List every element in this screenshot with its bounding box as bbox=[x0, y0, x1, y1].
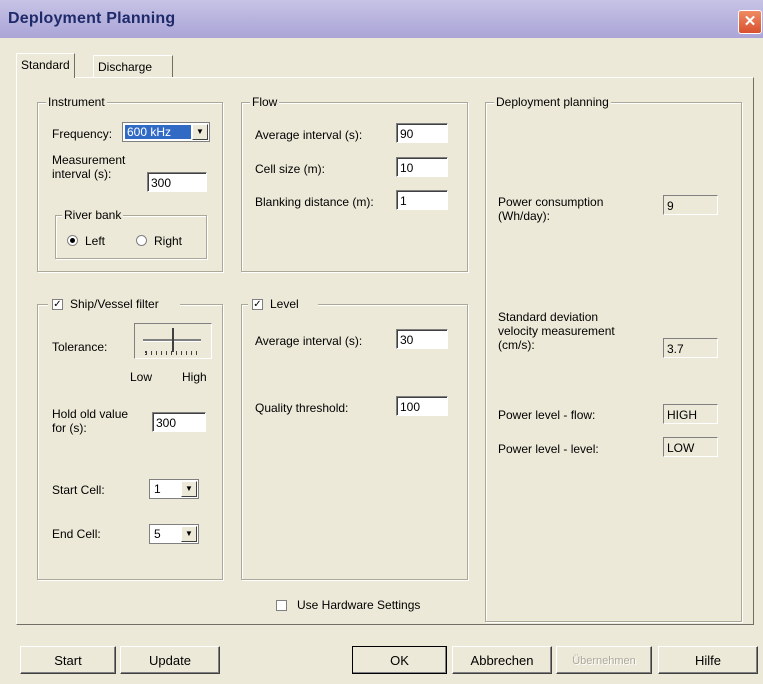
blanking-distance-label: Blanking distance (m): bbox=[255, 195, 374, 209]
tab-standard[interactable]: Standard bbox=[16, 53, 75, 78]
hardware-settings-label[interactable]: Use Hardware Settings bbox=[297, 598, 420, 612]
ship-filter-label[interactable]: Ship/Vessel filter bbox=[70, 297, 159, 311]
ok-button[interactable]: OK bbox=[352, 646, 447, 674]
ship-filter-legend: ✓ Ship/Vessel filter bbox=[48, 297, 180, 311]
start-cell-label: Start Cell: bbox=[52, 483, 105, 497]
level-average-interval-label: Average interval (s): bbox=[255, 334, 363, 348]
cell-size-label: Cell size (m): bbox=[255, 162, 326, 176]
tolerance-label: Tolerance: bbox=[52, 340, 108, 354]
apply-button[interactable]: Übernehmen bbox=[556, 646, 652, 674]
chevron-down-icon[interactable]: ▼ bbox=[181, 481, 197, 497]
measurement-interval-input[interactable]: 300 bbox=[147, 172, 207, 192]
close-button[interactable]: ✕ bbox=[738, 10, 762, 34]
start-cell-value: 1 bbox=[154, 482, 161, 496]
river-bank-legend: River bank bbox=[62, 208, 124, 222]
frequency-select[interactable]: 600 kHz ▼ bbox=[122, 122, 210, 142]
hold-old-value-input[interactable]: 300 bbox=[152, 412, 206, 432]
power-level-flow-label: Power level - flow: bbox=[498, 408, 596, 422]
ship-filter-checkbox[interactable]: ✓ bbox=[52, 299, 63, 310]
measurement-interval-label: Measurement interval (s): bbox=[52, 153, 126, 181]
chevron-down-icon[interactable]: ▼ bbox=[181, 526, 197, 542]
quality-threshold-label: Quality threshold: bbox=[255, 401, 349, 415]
std-deviation-value: 3.7 bbox=[663, 338, 718, 358]
slider-low-label: Low bbox=[130, 370, 153, 384]
power-level-level-value: LOW bbox=[663, 437, 718, 457]
instrument-legend: Instrument bbox=[46, 95, 107, 109]
update-button[interactable]: Update bbox=[120, 646, 220, 674]
power-consumption-label: Power consumption (Wh/day): bbox=[498, 195, 604, 223]
level-checkbox[interactable]: ✓ bbox=[252, 299, 263, 310]
river-bank-right-radio[interactable] bbox=[136, 235, 147, 246]
power-level-level-label: Power level - level: bbox=[498, 442, 599, 456]
flow-legend: Flow bbox=[250, 95, 280, 109]
blanking-distance-input[interactable]: 1 bbox=[396, 190, 448, 210]
frequency-selected-value: 600 kHz bbox=[125, 125, 191, 139]
radio-selected-dot bbox=[70, 238, 75, 243]
cell-size-input[interactable]: 10 bbox=[396, 157, 448, 177]
level-legend: ✓ Level bbox=[248, 297, 318, 311]
check-icon: ✓ bbox=[53, 299, 62, 310]
level-average-interval-input[interactable]: 30 bbox=[396, 329, 448, 349]
chevron-down-icon[interactable]: ▼ bbox=[192, 124, 208, 140]
power-level-flow-value: HIGH bbox=[663, 404, 718, 424]
end-cell-label: End Cell: bbox=[52, 527, 101, 541]
slider-thumb[interactable] bbox=[172, 328, 174, 352]
river-bank-left-label[interactable]: Left bbox=[85, 234, 105, 248]
end-cell-select[interactable]: 5 ▼ bbox=[149, 524, 199, 544]
frequency-label: Frequency: bbox=[52, 127, 113, 141]
slider-high-label: High bbox=[182, 370, 207, 384]
flow-average-interval-label: Average interval (s): bbox=[255, 128, 363, 142]
quality-threshold-input[interactable]: 100 bbox=[396, 396, 448, 416]
hardware-settings-checkbox[interactable] bbox=[276, 600, 287, 611]
window-title: Deployment Planning bbox=[8, 10, 176, 27]
end-cell-value: 5 bbox=[154, 527, 161, 541]
river-bank-right-label[interactable]: Right bbox=[154, 234, 182, 248]
power-consumption-value: 9 bbox=[663, 195, 718, 215]
help-button[interactable]: Hilfe bbox=[658, 646, 758, 674]
close-icon: ✕ bbox=[743, 13, 757, 30]
start-cell-select[interactable]: 1 ▼ bbox=[149, 479, 199, 499]
start-button[interactable]: Start bbox=[20, 646, 116, 674]
hold-old-value-label: Hold old value for (s): bbox=[52, 407, 129, 435]
tab-discharge[interactable]: Discharge bbox=[93, 55, 173, 78]
std-deviation-label: Standard deviation velocity measurement … bbox=[498, 310, 615, 352]
river-bank-left-radio[interactable] bbox=[67, 235, 78, 246]
check-icon: ✓ bbox=[253, 299, 262, 310]
tolerance-slider[interactable] bbox=[134, 323, 212, 359]
cancel-button[interactable]: Abbrechen bbox=[452, 646, 552, 674]
flow-average-interval-input[interactable]: 90 bbox=[396, 123, 448, 143]
deployment-planning-group bbox=[485, 102, 742, 622]
slider-ticks bbox=[145, 351, 198, 355]
deployment-planning-legend: Deployment planning bbox=[494, 95, 611, 109]
level-label[interactable]: Level bbox=[270, 297, 299, 311]
